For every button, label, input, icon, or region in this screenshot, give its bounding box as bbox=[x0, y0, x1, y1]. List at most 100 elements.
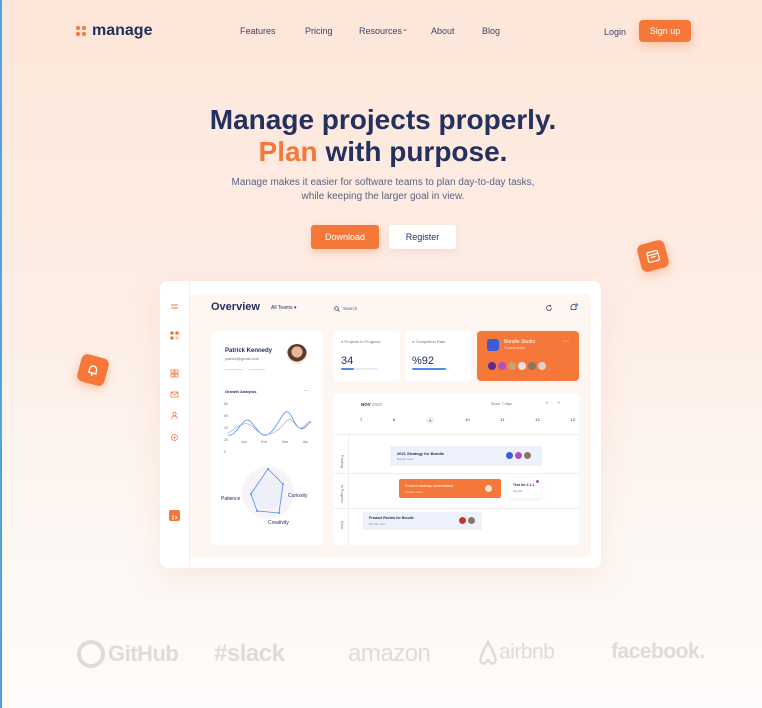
range-selector[interactable]: Show: 7 days bbox=[491, 402, 512, 406]
task-sub: Bundle team bbox=[369, 522, 386, 526]
github-logo: GitHub bbox=[77, 640, 179, 669]
nav-pricing[interactable]: Pricing bbox=[305, 26, 333, 36]
growth-line-chart bbox=[227, 411, 312, 436]
slack-logo: #slack bbox=[214, 640, 285, 668]
calendar-float-icon bbox=[635, 238, 671, 274]
task-title: Product roadmap consolidation bbox=[405, 484, 454, 488]
y-tick: 20 bbox=[224, 438, 228, 442]
task-card[interactable]: Test for 2.1.1 Bundle bbox=[508, 478, 541, 498]
more-icon[interactable]: ⋯ bbox=[304, 388, 309, 394]
x-tick: Mar bbox=[282, 440, 289, 444]
calendar-card: NOV 2020 Show: 7 days ‹ › 7 8 9 10 11 12… bbox=[334, 393, 579, 545]
slack-logo-text: slack bbox=[226, 640, 285, 667]
chevron-down-icon: ▾ bbox=[293, 305, 297, 311]
airbnb-icon bbox=[477, 639, 499, 666]
day-cell[interactable]: 12 bbox=[535, 417, 539, 424]
task-sub: Product team bbox=[405, 490, 423, 494]
task-title: Test for 2.1.1 bbox=[513, 483, 535, 487]
calendar-month: NOV 2020 bbox=[361, 402, 382, 407]
notification-bell-icon[interactable] bbox=[569, 303, 578, 312]
dashboard-sidebar bbox=[160, 281, 190, 568]
stat-progress bbox=[341, 368, 378, 370]
team-filter-label: All Teams bbox=[271, 305, 293, 311]
stat-title-text: Completion Rate bbox=[415, 339, 446, 344]
signup-button[interactable]: Sign up bbox=[639, 20, 691, 42]
growth-chart-title: Growth Analysis bbox=[225, 389, 257, 394]
more-icon[interactable]: ⋯ bbox=[563, 338, 569, 345]
task-card[interactable]: Product Review for Bundle Bundle team bbox=[363, 512, 482, 530]
airbnb-logo: airbnb bbox=[477, 639, 555, 666]
day-cell[interactable]: 9 bbox=[426, 417, 435, 424]
chevron-down-icon: ⌄ bbox=[402, 26, 408, 33]
dashboard-title: Overview bbox=[211, 301, 260, 313]
user-icon[interactable] bbox=[170, 411, 179, 420]
team-filter-dropdown[interactable]: All Teams ▾ bbox=[271, 305, 297, 311]
task-avatars bbox=[506, 452, 531, 459]
airbnb-logo-text: airbnb bbox=[499, 640, 555, 664]
x-tick: Apr bbox=[303, 440, 309, 444]
task-avatars bbox=[459, 517, 475, 524]
github-octocat-icon bbox=[77, 640, 105, 669]
settings-icon[interactable] bbox=[170, 433, 179, 442]
stat-progress bbox=[412, 368, 449, 370]
logo[interactable]: manage bbox=[76, 22, 152, 40]
y-tick: 0 bbox=[224, 450, 226, 454]
stat-title-text: Projects In Progress bbox=[344, 339, 381, 344]
profile-name: Patrick Kennedy bbox=[225, 348, 273, 354]
logo-dots-icon bbox=[170, 331, 179, 340]
stat-card-completion: ● Completion Rate %92 bbox=[405, 331, 471, 381]
day-cell[interactable]: 10 bbox=[465, 417, 469, 424]
y-tick: 60 bbox=[224, 414, 228, 418]
hero-title-line1: Manage projects properly. bbox=[209, 104, 557, 135]
grid-icon[interactable] bbox=[170, 369, 179, 378]
hero-title-rest: with purpose. bbox=[317, 136, 508, 167]
day-cell[interactable]: 8 bbox=[393, 417, 395, 424]
amazon-logo: amazon bbox=[348, 640, 431, 667]
register-button[interactable]: Register bbox=[389, 225, 456, 249]
bell-float-icon bbox=[75, 352, 111, 388]
hero-title-line2: Plan with purpose. bbox=[2, 136, 762, 168]
hero-title-accent: Plan bbox=[258, 136, 318, 167]
avatar bbox=[485, 485, 492, 492]
day-cell[interactable]: 11 bbox=[500, 417, 504, 424]
nav-about[interactable]: About bbox=[431, 26, 455, 36]
profile-email: patrick@gmail.com bbox=[225, 356, 260, 361]
row-label-pending: Pending bbox=[340, 455, 344, 468]
row-label-done: Done bbox=[340, 521, 344, 530]
task-card[interactable]: 2021 Strategy for Bundle Bundle team bbox=[390, 446, 542, 466]
task-sub: Bundle team bbox=[397, 457, 414, 461]
logout-icon[interactable] bbox=[169, 510, 180, 521]
nav-blog[interactable]: Blog bbox=[482, 26, 500, 36]
day-cell[interactable]: 13 bbox=[571, 417, 575, 424]
refresh-icon[interactable] bbox=[545, 304, 553, 312]
search-icon bbox=[334, 305, 340, 312]
menu-icon[interactable] bbox=[170, 302, 179, 311]
x-tick: Feb bbox=[261, 440, 268, 444]
bundle-logo-icon bbox=[487, 339, 499, 351]
bundle-title: Bundle Studio bbox=[504, 339, 536, 345]
y-tick: 80 bbox=[224, 402, 228, 406]
bundle-studio-card[interactable]: Bundle Studio Product team ⋯ bbox=[477, 331, 579, 381]
check-icon: ● bbox=[341, 339, 344, 344]
stat-title: ● Projects In Progress bbox=[341, 339, 381, 344]
skill-label: Patience bbox=[221, 496, 241, 502]
task-card[interactable]: Product roadmap consolidation Product te… bbox=[399, 479, 501, 498]
login-link[interactable]: Login bbox=[604, 27, 626, 37]
stat-value: 34 bbox=[341, 355, 354, 367]
download-button[interactable]: Download bbox=[311, 225, 379, 249]
member-avatars bbox=[488, 362, 546, 370]
prev-arrow-icon[interactable]: ‹ bbox=[546, 400, 548, 406]
year-label: 2020 bbox=[372, 402, 383, 407]
dashboard-search[interactable]: Search bbox=[334, 304, 534, 313]
mail-icon[interactable] bbox=[170, 390, 179, 399]
nav-resources[interactable]: Resources bbox=[359, 26, 402, 36]
rate-icon: ● bbox=[412, 339, 415, 344]
nav-features[interactable]: Features bbox=[240, 26, 276, 36]
day-cell[interactable]: 7 bbox=[360, 417, 362, 424]
x-tick: Jan bbox=[241, 440, 247, 444]
next-arrow-icon[interactable]: › bbox=[558, 400, 560, 406]
stat-title: ● Completion Rate bbox=[412, 339, 445, 344]
search-placeholder: Search bbox=[343, 306, 358, 311]
avatar bbox=[287, 344, 307, 364]
slack-hash-icon: # bbox=[214, 640, 227, 667]
